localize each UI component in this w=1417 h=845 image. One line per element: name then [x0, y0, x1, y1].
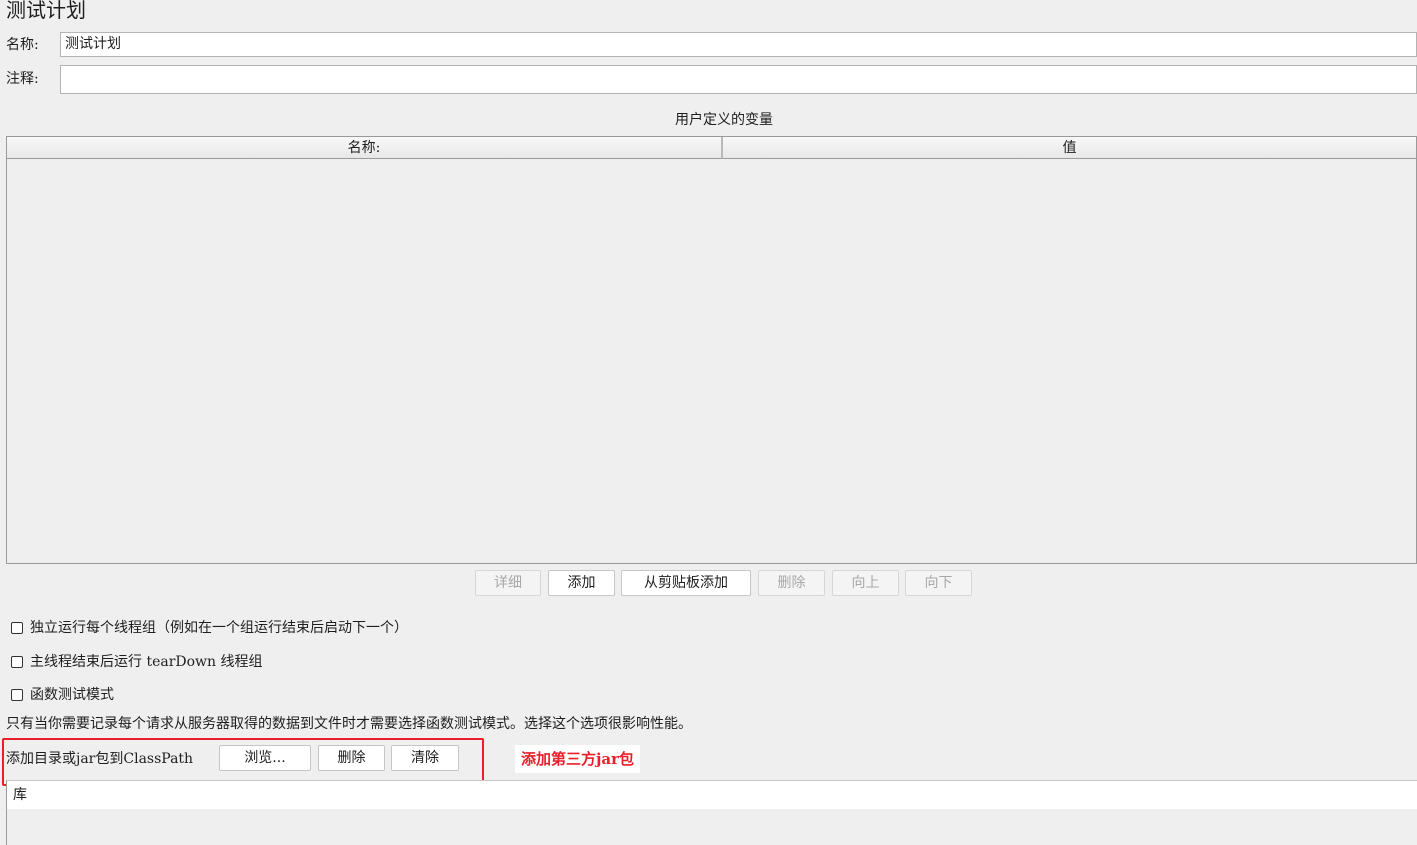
name-input[interactable]: 测试计划 — [60, 32, 1417, 57]
add-from-clipboard-button[interactable]: 从剪贴板添加 — [621, 570, 751, 596]
page-title: 测试计划 — [6, 0, 86, 22]
add-button[interactable]: 添加 — [548, 570, 615, 596]
run-teardown-label: 主线程结束后运行 tearDown 线程组 — [30, 654, 263, 670]
comment-input[interactable] — [60, 65, 1417, 94]
library-column-header: 库 — [7, 781, 1417, 809]
move-up-button[interactable]: 向上 — [832, 570, 899, 596]
functional-mode-note: 只有当你需要记录每个请求从服务器取得的数据到文件时才需要选择函数测试模式。选择这… — [6, 716, 692, 732]
variables-table[interactable]: 名称: 值 — [6, 136, 1417, 564]
detail-button[interactable]: 详细 — [475, 570, 541, 596]
comment-label: 注释: — [6, 71, 39, 87]
run-independently-checkbox[interactable] — [11, 622, 23, 634]
delete-button[interactable]: 删除 — [758, 570, 825, 596]
variables-section-title: 用户定义的变量 — [675, 112, 773, 128]
move-down-button[interactable]: 向下 — [905, 570, 972, 596]
functional-test-mode-label: 函数测试模式 — [30, 687, 114, 703]
annotation-label: 添加第三方jar包 — [515, 745, 641, 773]
library-list[interactable]: 库 — [6, 780, 1417, 845]
column-header-value[interactable]: 值 — [723, 137, 1416, 159]
column-header-name[interactable]: 名称: — [7, 137, 723, 159]
name-label: 名称: — [6, 37, 39, 53]
functional-test-mode-checkbox[interactable] — [11, 689, 23, 701]
run-independently-label: 独立运行每个线程组（例如在一个组运行结束后启动下一个） — [30, 620, 408, 636]
highlight-box — [2, 738, 484, 786]
run-teardown-checkbox[interactable] — [11, 656, 23, 668]
